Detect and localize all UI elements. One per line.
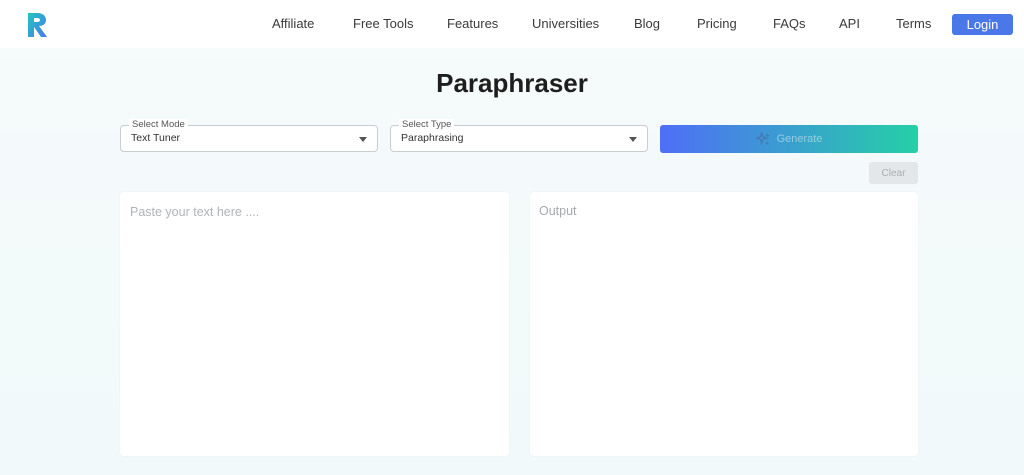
login-button[interactable]: Login xyxy=(952,14,1013,35)
nav-api[interactable]: API xyxy=(839,16,860,31)
sparkle-icon xyxy=(755,131,770,145)
nav-pricing[interactable]: Pricing xyxy=(697,16,737,31)
output-placeholder: Output xyxy=(539,204,577,218)
generate-button-label: Generate xyxy=(776,133,823,145)
page-title: Paraphraser xyxy=(436,68,588,98)
generate-button[interactable]: Generate xyxy=(660,125,918,153)
nav-faqs[interactable]: FAQs xyxy=(773,16,806,31)
nav-affiliate[interactable]: Affiliate xyxy=(272,16,314,31)
nav-free-tools[interactable]: Free Tools xyxy=(353,16,413,31)
paraphraser-page: Affiliate Free Tools Features Universiti… xyxy=(0,0,1024,475)
nav-features[interactable]: Features xyxy=(447,16,498,31)
type-select[interactable]: Select Type Paraphrasing xyxy=(390,119,648,152)
main-nav: Affiliate Free Tools Features Universiti… xyxy=(0,0,1024,48)
type-select-value: Paraphrasing xyxy=(401,132,464,144)
clear-button[interactable]: Clear xyxy=(869,162,918,184)
input-text-area[interactable]: Paste your text here .... xyxy=(120,192,509,456)
top-nav-bar: Affiliate Free Tools Features Universiti… xyxy=(0,0,1024,48)
nav-universities[interactable]: Universities xyxy=(532,16,599,31)
type-select-label: Select Type xyxy=(399,119,455,131)
mode-select-label: Select Mode xyxy=(129,119,188,131)
chevron-down-icon xyxy=(629,137,637,142)
nav-blog[interactable]: Blog xyxy=(634,16,660,31)
input-placeholder: Paste your text here .... xyxy=(130,205,260,219)
chevron-down-icon xyxy=(359,137,367,142)
mode-select[interactable]: Select Mode Text Tuner xyxy=(120,119,378,152)
mode-select-value: Text Tuner xyxy=(131,132,181,144)
nav-terms[interactable]: Terms xyxy=(896,16,931,31)
output-text-area[interactable]: Output xyxy=(530,192,918,456)
